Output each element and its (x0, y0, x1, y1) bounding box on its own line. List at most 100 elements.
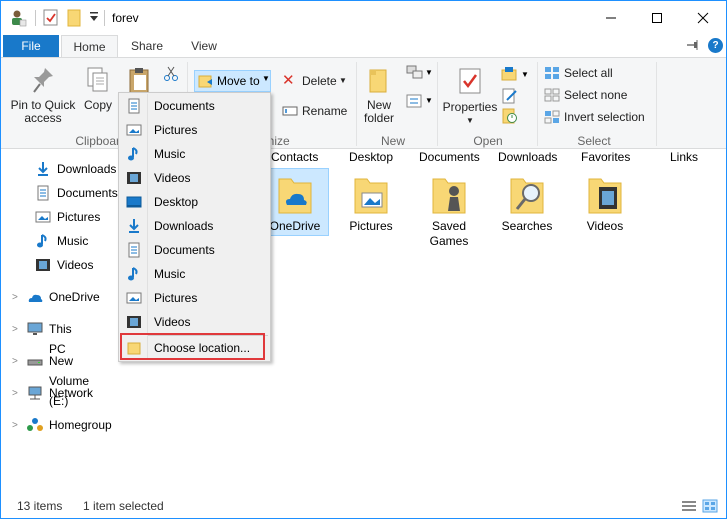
tab-share[interactable]: Share (122, 35, 172, 57)
chevron-right-icon[interactable]: > (12, 420, 18, 431)
edit-icon[interactable] (501, 88, 519, 107)
select-none-button[interactable]: Select none (544, 85, 644, 105)
explorer-window: forev File Home Share View ? Pin to Quic… (0, 0, 727, 519)
network-icon (28, 386, 42, 400)
group-separator (656, 62, 657, 146)
customize-quick-access-icon[interactable] (89, 11, 99, 26)
selection-count: 1 item selected (83, 499, 164, 513)
new-folder-icon[interactable] (67, 9, 81, 30)
chevron-right-icon[interactable]: > (12, 292, 18, 303)
delete-label: Delete (302, 74, 337, 88)
pictures-folder-icon (351, 173, 391, 217)
menu-item-music-2[interactable]: Music (120, 262, 270, 286)
documents-icon (128, 242, 140, 258)
videos-folder-icon (585, 173, 625, 217)
menu-item-label: Desktop (154, 195, 199, 209)
copy-label: Copy (83, 98, 112, 112)
chevron-down-icon: ▼ (425, 68, 433, 77)
new-folder-button[interactable]: New folder (359, 66, 399, 125)
move-to-button[interactable]: Move to ▼ (194, 70, 271, 92)
menu-item-documents-2[interactable]: Documents (120, 238, 270, 262)
select-all-icon (545, 67, 559, 79)
group-separator (356, 62, 357, 146)
list-item[interactable]: Desktop (349, 150, 393, 164)
help-icon[interactable]: ? (708, 38, 723, 53)
list-item[interactable]: Documents (419, 150, 480, 164)
new-folder-icon (369, 69, 387, 93)
menu-item-label: Music (154, 267, 186, 281)
maximize-icon (652, 13, 662, 23)
chevron-down-icon: ▼ (262, 74, 270, 83)
folder-videos[interactable]: Videos (570, 173, 640, 234)
tab-home[interactable]: Home (61, 35, 118, 58)
user-folder-icon[interactable] (9, 9, 27, 30)
menu-item-desktop[interactable]: Desktop (120, 190, 270, 214)
downloads-icon (129, 219, 139, 233)
easy-access-icon[interactable] (405, 92, 425, 113)
tab-view[interactable]: View (179, 35, 229, 57)
window-title: forev (112, 11, 139, 25)
menu-item-label: Pictures (154, 123, 198, 137)
menu-item-videos-2[interactable]: Videos (120, 310, 270, 334)
group-new-label: New (380, 134, 405, 148)
menu-item-label: Documents (154, 99, 215, 113)
list-item[interactable]: Downloads (498, 150, 557, 164)
tab-file[interactable]: File (3, 35, 59, 57)
pin-label: Pin to Quick access (10, 98, 76, 125)
properties-button[interactable]: Properties ▼ (441, 66, 499, 127)
list-item[interactable]: Contacts (271, 150, 318, 164)
close-button[interactable] (680, 1, 726, 35)
chevron-down-icon: ▼ (425, 96, 433, 105)
properties-check-icon[interactable] (43, 9, 59, 30)
chevron-down-icon: ▼ (466, 116, 474, 125)
invert-selection-label: Invert selection (564, 110, 645, 124)
history-icon[interactable] (501, 108, 519, 127)
chevron-right-icon[interactable]: > (12, 356, 18, 367)
move-to-label: Move to (217, 74, 260, 88)
chevron-right-icon[interactable]: > (12, 324, 18, 335)
maximize-button[interactable] (634, 1, 680, 35)
chevron-right-icon[interactable]: > (12, 388, 18, 399)
menu-item-pictures-2[interactable]: Pictures (120, 286, 270, 310)
copy-button[interactable]: Copy (81, 66, 115, 112)
menu-item-music[interactable]: Music (120, 142, 270, 166)
minimize-button[interactable] (588, 1, 634, 35)
menu-item-videos[interactable]: Videos (120, 166, 270, 190)
new-item-icon[interactable] (405, 64, 425, 85)
cut-icon[interactable] (163, 66, 179, 85)
nav-label: Documents (57, 186, 118, 200)
pin-ribbon-icon[interactable] (686, 39, 700, 54)
rename-button[interactable]: Rename (282, 101, 347, 121)
delete-button[interactable]: ✕ Delete ▼ (282, 71, 347, 91)
folder-pictures[interactable]: Pictures (336, 173, 406, 234)
folder-saved-games[interactable]: Saved Games (414, 173, 484, 249)
pictures-icon (126, 124, 142, 136)
nav-label: Pictures (57, 210, 101, 224)
large-icons-view-icon[interactable] (702, 499, 718, 516)
menu-item-documents[interactable]: Documents (120, 94, 270, 118)
open-icon[interactable] (501, 66, 519, 85)
pin-icon (33, 68, 53, 93)
invert-selection-button[interactable]: Invert selection (544, 107, 654, 127)
copy-icon (87, 67, 108, 92)
pictures-icon (126, 292, 142, 304)
delete-x-icon: ✕ (282, 72, 295, 89)
menu-item-label: Pictures (154, 291, 198, 305)
list-item[interactable]: Links (670, 150, 698, 164)
move-to-menu: Documents Pictures Music Videos Desktop … (118, 92, 271, 362)
folder-label: Saved Games (429, 219, 469, 248)
folder-searches[interactable]: Searches (492, 173, 562, 234)
select-all-button[interactable]: Select all (544, 63, 644, 83)
homegroup-icon (27, 418, 43, 431)
details-view-icon[interactable] (681, 499, 697, 516)
desktop-icon (126, 196, 142, 208)
onedrive-icon (28, 294, 43, 302)
computer-icon (27, 322, 43, 335)
list-item[interactable]: Favorites (581, 150, 630, 164)
highlight-annotation-box (120, 333, 265, 360)
pin-to-quick-access-button[interactable]: Pin to Quick access (7, 66, 79, 125)
menu-item-downloads[interactable]: Downloads (120, 214, 270, 238)
drive-icon (27, 359, 43, 366)
menu-item-pictures[interactable]: Pictures (120, 118, 270, 142)
documents-icon (128, 98, 140, 114)
